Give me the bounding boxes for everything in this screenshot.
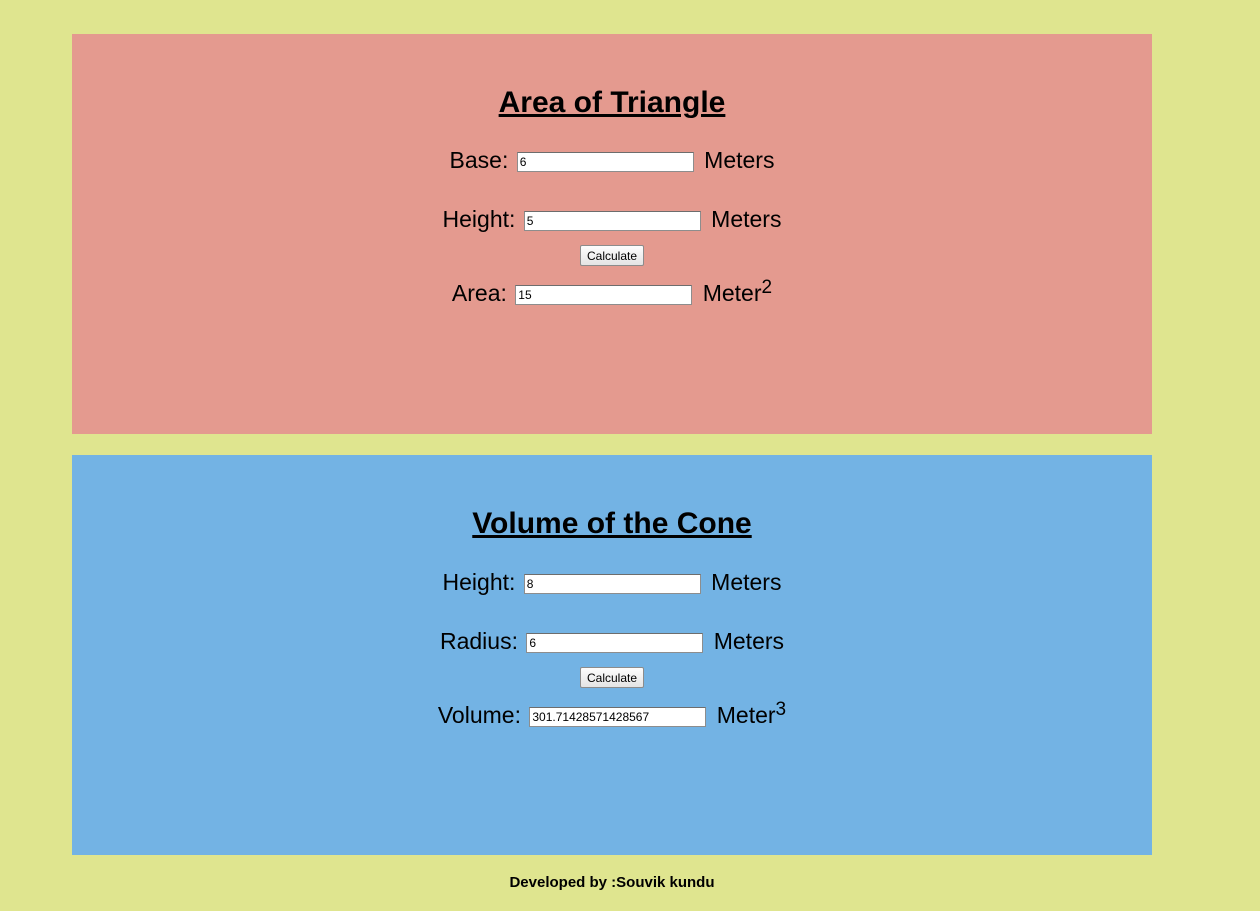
cone-height-label: Height:: [442, 568, 516, 595]
area-unit-text: Meter: [702, 279, 762, 306]
triangle-height-unit: Meters: [711, 205, 782, 232]
base-input[interactable]: [516, 151, 694, 172]
triangle-button-row: Calculate: [72, 245, 1152, 266]
volume-unit-text: Meter: [716, 701, 776, 728]
volume-unit: Meter3: [716, 698, 787, 728]
cone-height-row: Height: Meters: [72, 566, 1152, 596]
triangle-height-label: Height:: [442, 205, 516, 232]
radius-label: Radius:: [439, 627, 518, 654]
base-label: Base:: [449, 146, 509, 173]
cone-button-row: Calculate: [72, 667, 1152, 688]
cone-height-unit: Meters: [711, 568, 782, 595]
area-row: Area: Meter2: [72, 277, 1152, 307]
volume-unit-exponent: 3: [775, 698, 787, 720]
base-row: Base: Meters: [72, 144, 1152, 174]
volume-label: Volume:: [437, 701, 521, 728]
cone-title: Volume of the Cone: [472, 507, 752, 540]
triangle-calculate-button[interactable]: Calculate: [579, 245, 645, 266]
triangle-height-input[interactable]: [523, 210, 701, 231]
area-label: Area:: [451, 279, 507, 306]
cone-panel: Volume of the Cone Height: Meters Radius…: [72, 455, 1152, 855]
radius-unit: Meters: [713, 627, 785, 654]
triangle-title: Area of Triangle: [498, 86, 726, 119]
triangle-panel: Area of Triangle Base: Meters Height: Me…: [72, 34, 1152, 434]
volume-output[interactable]: [529, 706, 707, 727]
area-unit: Meter2: [702, 276, 773, 306]
volume-row: Volume: Meter3: [72, 699, 1152, 729]
radius-row: Radius: Meters: [72, 625, 1152, 655]
radius-input[interactable]: [526, 632, 704, 653]
footer-credit: Developed by :Souvik kundu: [509, 874, 715, 891]
area-output[interactable]: [515, 284, 693, 305]
cone-calculate-button[interactable]: Calculate: [579, 667, 645, 688]
area-unit-exponent: 2: [761, 276, 773, 298]
cone-height-input[interactable]: [523, 573, 701, 594]
base-unit: Meters: [704, 146, 775, 173]
triangle-height-row: Height: Meters: [72, 203, 1152, 233]
